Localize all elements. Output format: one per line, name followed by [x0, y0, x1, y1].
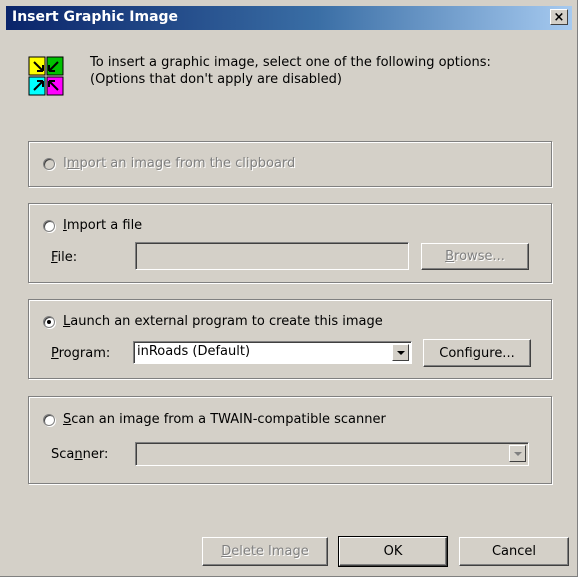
cancel-button[interactable]: Cancel [459, 537, 569, 566]
file-field-label: File: [51, 250, 78, 265]
chevron-down-icon [509, 445, 526, 462]
program-select[interactable]: inRoads (Default) [133, 341, 412, 364]
import-file-label: Import a file [63, 218, 143, 233]
browse-button-label: Browse... [445, 249, 505, 264]
delete-image-button: Delete Image [202, 537, 328, 566]
clipboard-option-label: Import an image from the clipboard [63, 156, 296, 171]
file-input [135, 242, 409, 270]
radio-selected-dot [47, 319, 51, 324]
ok-button-label: OK [383, 544, 403, 559]
program-field-label: Program: [51, 346, 111, 361]
ok-button[interactable]: OK [338, 536, 448, 567]
launch-program-radio-option[interactable]: Launch an external program to create thi… [43, 314, 383, 329]
dialog-title: Insert Graphic Image [12, 9, 179, 25]
import-file-radio-option[interactable]: Import a file [43, 218, 142, 233]
scanner-select [135, 442, 529, 466]
program-select-value: inRoads (Default) [137, 344, 251, 359]
intro-text: To insert a graphic image, select one of… [90, 54, 491, 88]
scanner-radio[interactable] [43, 413, 55, 426]
clipboard-group: Import an image from the clipboard [28, 141, 552, 187]
launch-program-label: Launch an external program to create thi… [63, 314, 383, 329]
launch-program-radio[interactable] [43, 315, 55, 328]
delete-image-label: Delete Image [221, 544, 309, 559]
import-file-group: Import a file File: Browse... [28, 203, 552, 283]
insert-graphic-icon [28, 56, 64, 96]
cancel-button-label: Cancel [491, 544, 537, 559]
close-button[interactable]: × [550, 9, 568, 25]
configure-button-label: Configure... [439, 345, 515, 361]
import-file-radio[interactable] [43, 219, 55, 232]
scanner-option-label: Scan an image from a TWAIN-compatible sc… [63, 412, 386, 427]
configure-button[interactable]: Configure... [423, 339, 531, 367]
browse-button: Browse... [421, 243, 529, 270]
scanner-radio-option[interactable]: Scan an image from a TWAIN-compatible sc… [43, 412, 386, 427]
scanner-field-label: Scanner: [51, 447, 109, 462]
clipboard-radio [43, 157, 55, 170]
insert-graphic-dialog: Insert Graphic Image × To insert a graph… [0, 0, 578, 577]
intro-line-1: To insert a graphic image, select one of… [90, 55, 491, 70]
close-icon: × [553, 10, 565, 25]
intro-line-2: (Options that don't apply are disabled) [90, 72, 342, 87]
chevron-down-icon[interactable] [392, 344, 409, 361]
launch-program-group: Launch an external program to create thi… [28, 299, 552, 379]
clipboard-radio-option: Import an image from the clipboard [43, 156, 295, 171]
scanner-group: Scan an image from a TWAIN-compatible sc… [28, 396, 552, 484]
title-bar[interactable]: Insert Graphic Image × [6, 6, 572, 30]
